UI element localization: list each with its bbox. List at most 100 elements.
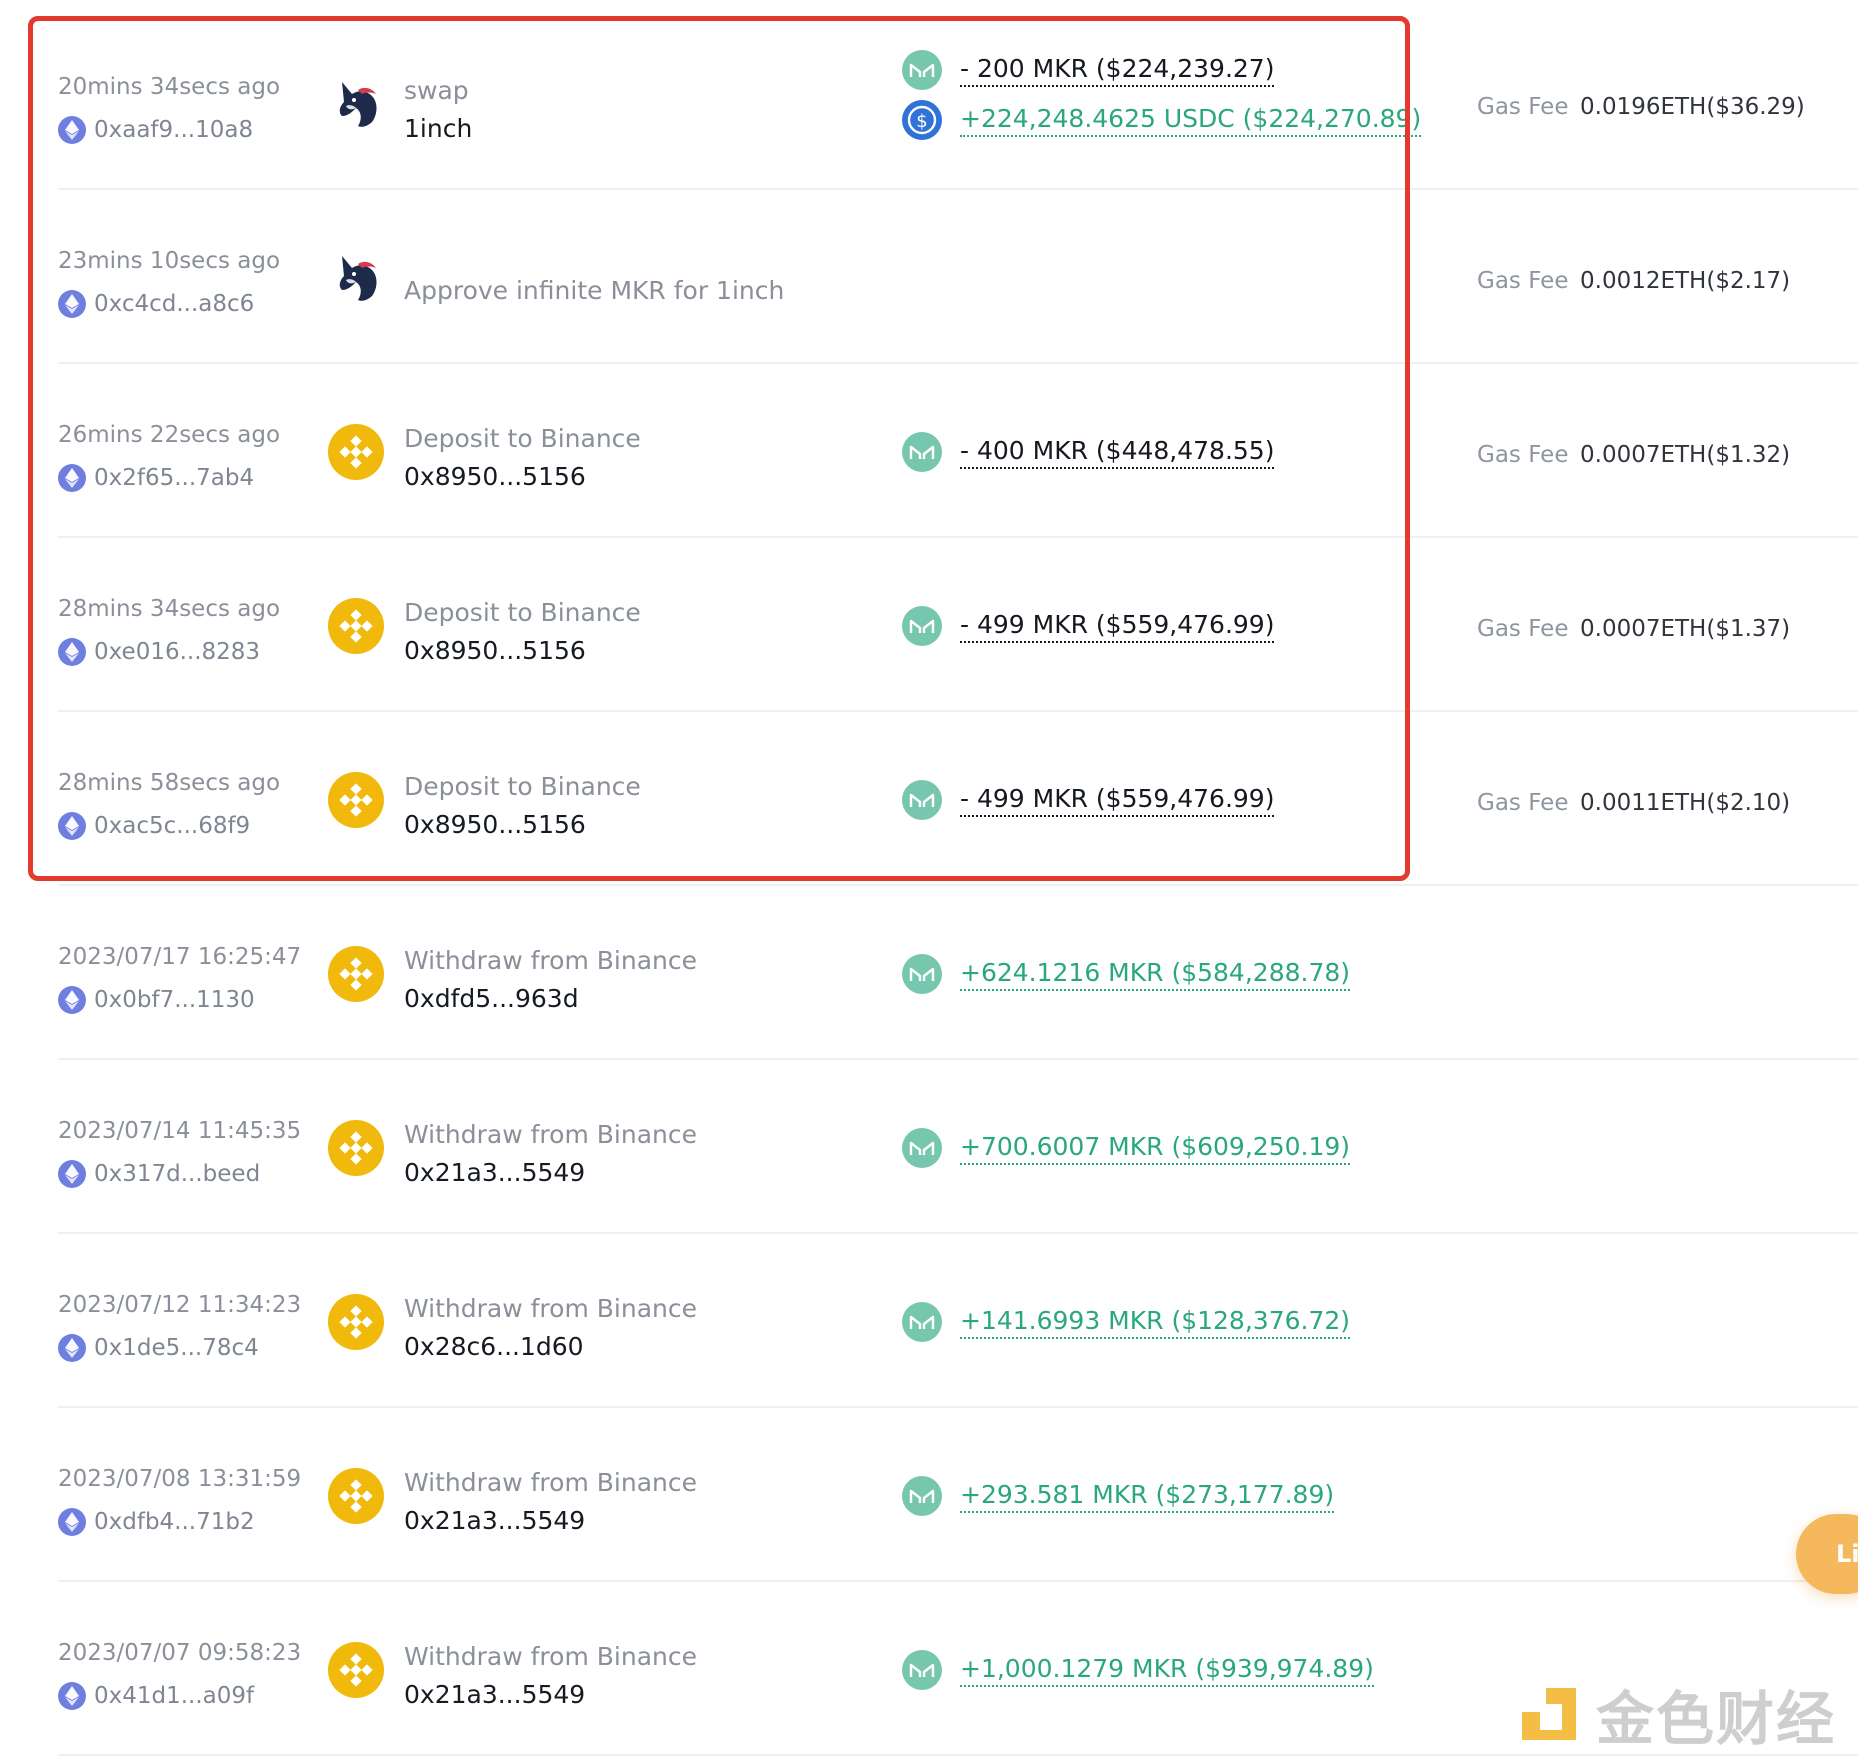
tx-time: 28mins 34secs ago — [58, 596, 281, 622]
tx-action: Withdraw from Binance — [404, 946, 697, 975]
gas-fee-label: Gas Fee — [1477, 790, 1569, 816]
gas-fee-value: 0.0012ETH($2.17) — [1580, 268, 1791, 294]
tx-hash-wrap[interactable]: 0x317d...beed — [58, 1160, 260, 1188]
ethereum-icon — [58, 986, 86, 1014]
tx-amount-line: - 499 MKR ($559,476.99) — [902, 780, 1275, 820]
tx-hash-wrap[interactable]: 0xdfb4...71b2 — [58, 1508, 255, 1536]
binance-icon — [328, 598, 384, 654]
tx-target[interactable]: 0xdfd5...963d — [404, 984, 579, 1013]
tx-amount[interactable]: - 200 MKR ($224,239.27) — [960, 54, 1275, 87]
gas-fee-value: 0.0011ETH($2.10) — [1580, 790, 1791, 816]
tx-hash-wrap[interactable]: 0x2f65...7ab4 — [58, 464, 254, 492]
transaction-row[interactable]: 2023/07/08 13:31:59 0xdfb4...71b2 Withdraw… — [0, 1408, 1858, 1582]
svg-text:$: $ — [916, 111, 927, 132]
tx-hash[interactable]: 0x1de5...78c4 — [94, 1335, 259, 1361]
gas-fee-label: Gas Fee — [1477, 616, 1569, 642]
tx-time: 2023/07/14 11:45:35 — [58, 1118, 302, 1144]
ethereum-icon — [58, 1334, 86, 1362]
transaction-row[interactable]: 28mins 34secs ago 0xe016...8283 Deposit to… — [0, 538, 1858, 712]
tx-amount-line: +141.6993 MKR ($128,376.72) — [902, 1302, 1351, 1342]
watermark-text: 金色财经 — [1596, 1685, 1837, 1753]
tx-amount-line: +1,000.1279 MKR ($939,974.89) — [902, 1650, 1374, 1690]
gas-fee-value: 0.0196ETH($36.29) — [1580, 94, 1805, 120]
transaction-row[interactable]: 20mins 34secs ago 0xaaf9...10a8 swap 1inch -… — [0, 16, 1858, 190]
tx-amount[interactable]: - 499 MKR ($559,476.99) — [960, 610, 1275, 643]
tx-amount[interactable]: +141.6993 MKR ($128,376.72) — [960, 1306, 1351, 1339]
tx-action: Withdraw from Binance — [404, 1120, 697, 1149]
tx-amount[interactable]: +224,248.4625 USDC ($224,270.89) — [960, 104, 1422, 137]
ethereum-icon — [58, 464, 86, 492]
binance-icon — [328, 1294, 384, 1350]
unicorn-icon — [328, 250, 384, 306]
tx-amount[interactable]: - 400 MKR ($448,478.55) — [960, 436, 1275, 469]
tx-amount[interactable]: - 499 MKR ($559,476.99) — [960, 784, 1275, 817]
tx-hash[interactable]: 0xe016...8283 — [94, 639, 260, 665]
transaction-row[interactable]: 26mins 22secs ago 0x2f65...7ab4 Deposit to… — [0, 364, 1858, 538]
tx-action: Deposit to Binance — [404, 598, 641, 627]
tx-time: 20mins 34secs ago — [58, 74, 281, 100]
tx-hash-wrap[interactable]: 0x1de5...78c4 — [58, 1334, 259, 1362]
tx-hash[interactable]: 0x0bf7...1130 — [94, 987, 255, 1013]
tx-action: swap — [404, 76, 469, 105]
gas-fee-label: Gas Fee — [1477, 268, 1569, 294]
mkr-icon — [902, 1476, 942, 1516]
tx-target[interactable]: 0x28c6...1d60 — [404, 1332, 584, 1361]
transaction-row[interactable]: 2023/07/17 16:25:47 0x0bf7...1130 Withdraw… — [0, 886, 1858, 1060]
tx-hash[interactable]: 0xdfb4...71b2 — [94, 1509, 255, 1535]
tx-action: Deposit to Binance — [404, 424, 641, 453]
transaction-row[interactable]: 2023/07/12 11:34:23 0x1de5...78c4 Withdraw… — [0, 1234, 1858, 1408]
tx-amount-line: +700.6007 MKR ($609,250.19) — [902, 1128, 1351, 1168]
tx-target[interactable]: 0x21a3...5549 — [404, 1506, 585, 1535]
usdc-icon: $ — [902, 100, 942, 140]
tx-amount[interactable]: +700.6007 MKR ($609,250.19) — [960, 1132, 1351, 1165]
mkr-icon — [902, 1650, 942, 1690]
tx-hash-wrap[interactable]: 0xc4cd...a8c6 — [58, 290, 254, 318]
mkr-icon — [902, 954, 942, 994]
transaction-row[interactable]: 23mins 10secs ago 0xc4cd...a8c6 Approve in… — [0, 190, 1858, 364]
transaction-row[interactable]: 2023/07/14 11:45:35 0x317d...beed Withdraw… — [0, 1060, 1858, 1234]
tx-hash-wrap[interactable]: 0x41d1...a09f — [58, 1682, 254, 1710]
tx-hash[interactable]: 0xac5c...68f9 — [94, 813, 250, 839]
tx-target[interactable]: 0x8950...5156 — [404, 636, 586, 665]
ethereum-icon — [58, 812, 86, 840]
tx-hash[interactable]: 0x2f65...7ab4 — [94, 465, 254, 491]
tx-hash-wrap[interactable]: 0x0bf7...1130 — [58, 986, 255, 1014]
tx-action: Approve infinite MKR for 1inch — [404, 276, 785, 305]
tx-action: Withdraw from Binance — [404, 1468, 697, 1497]
tx-hash-wrap[interactable]: 0xe016...8283 — [58, 638, 260, 666]
tx-target[interactable]: 0x8950...5156 — [404, 810, 586, 839]
tx-hash[interactable]: 0xc4cd...a8c6 — [94, 291, 254, 317]
ethereum-icon — [58, 1682, 86, 1710]
tx-time: 2023/07/17 16:25:47 — [58, 944, 302, 970]
tx-hash[interactable]: 0x317d...beed — [94, 1161, 260, 1187]
tx-amount-line: $ +224,248.4625 USDC ($224,270.89) — [902, 100, 1422, 140]
tx-amount[interactable]: +1,000.1279 MKR ($939,974.89) — [960, 1654, 1374, 1687]
tx-time: 2023/07/08 13:31:59 — [58, 1466, 302, 1492]
tx-amount[interactable]: +624.1216 MKR ($584,288.78) — [960, 958, 1351, 991]
tx-hash-wrap[interactable]: 0xaaf9...10a8 — [58, 116, 253, 144]
tx-target[interactable]: 0x21a3...5549 — [404, 1680, 585, 1709]
tx-time: 28mins 58secs ago — [58, 770, 281, 796]
mkr-icon — [902, 780, 942, 820]
tx-action: Withdraw from Binance — [404, 1642, 697, 1671]
mkr-icon — [902, 1302, 942, 1342]
tx-amount-line: - 400 MKR ($448,478.55) — [902, 432, 1275, 472]
binance-icon — [328, 1642, 384, 1698]
tx-amount[interactable]: +293.581 MKR ($273,177.89) — [960, 1480, 1335, 1513]
mkr-icon — [902, 50, 942, 90]
tx-hash[interactable]: 0x41d1...a09f — [94, 1683, 254, 1709]
tx-target[interactable]: 0x21a3...5549 — [404, 1158, 585, 1187]
gas-fee-label: Gas Fee — [1477, 442, 1569, 468]
ethereum-icon — [58, 1160, 86, 1188]
gas-fee-value: 0.0007ETH($1.37) — [1580, 616, 1791, 642]
tx-hash[interactable]: 0xaaf9...10a8 — [94, 117, 253, 143]
tx-action: Withdraw from Binance — [404, 1294, 697, 1323]
transaction-row[interactable]: 28mins 58secs ago 0xac5c...68f9 Deposit to… — [0, 712, 1858, 886]
tx-time: 2023/07/12 11:34:23 — [58, 1292, 302, 1318]
tx-target[interactable]: 0x8950...5156 — [404, 462, 586, 491]
tx-target[interactable]: 1inch — [404, 114, 472, 143]
ethereum-icon — [58, 638, 86, 666]
unicorn-icon — [328, 76, 384, 132]
tx-hash-wrap[interactable]: 0xac5c...68f9 — [58, 812, 250, 840]
gas-fee-label: Gas Fee — [1477, 94, 1569, 120]
